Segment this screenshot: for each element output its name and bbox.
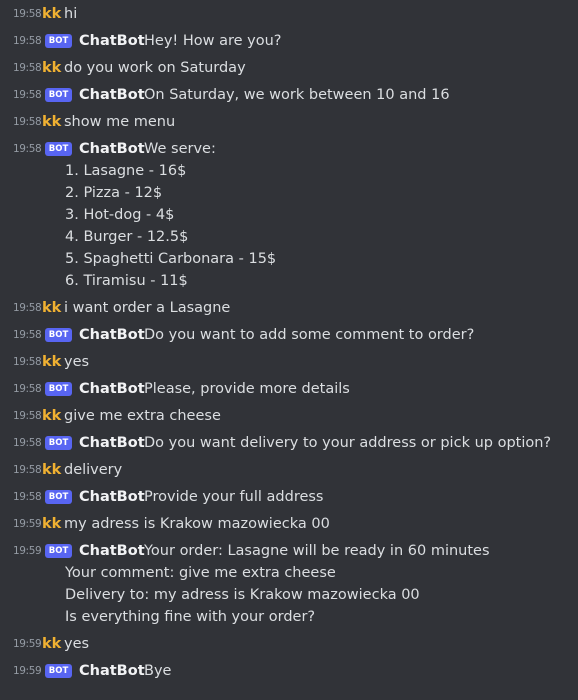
chat-message: 19:58 BOT ChatBot Hey! How are you? — [0, 30, 578, 52]
message-author[interactable]: kk — [42, 513, 61, 535]
message-author[interactable]: ChatBot — [79, 324, 145, 346]
chat-message: 19:58 kk hi — [0, 3, 578, 25]
chat-message: 19:58 kk delivery — [0, 459, 578, 481]
message-timestamp: 19:59 — [13, 545, 42, 557]
message-text: show me menu — [64, 114, 176, 130]
message-timestamp: 19:58 — [13, 89, 42, 101]
message-timestamp: 19:59 — [13, 638, 42, 650]
chat-message: 19:58 BOT ChatBot On Saturday, we work b… — [0, 84, 578, 106]
message-author[interactable]: ChatBot — [79, 84, 145, 106]
message-timestamp: 19:59 — [13, 518, 42, 530]
message-text: yes — [64, 354, 90, 370]
message-timestamp: 19:58 — [13, 491, 42, 503]
message-text: delivery — [64, 462, 123, 478]
chat-message: 19:58 BOT ChatBot Do you want to add som… — [0, 324, 578, 346]
message-text: Your order: Lasagne will be ready in 60 … — [144, 543, 490, 559]
menu-item: 5. Spaghetti Carbonara - 15$ — [65, 251, 277, 267]
message-timestamp: 19:59 — [13, 665, 42, 677]
order-summary-line: Delivery to: my adress is Krakow mazowie… — [65, 587, 420, 603]
chat-message: 19:58 kk do you work on Saturday — [0, 57, 578, 79]
menu-item: 2. Pizza - 12$ — [65, 185, 163, 201]
chat-log: 19:58 kk hi 19:58 BOT ChatBot Hey! How a… — [0, 0, 578, 700]
message-timestamp: 19:58 — [13, 35, 42, 47]
message-author[interactable]: kk — [42, 57, 61, 79]
chat-message: 19:58 kk yes — [0, 351, 578, 373]
message-author[interactable]: kk — [42, 111, 61, 133]
message-timestamp: 19:58 — [13, 302, 42, 314]
message-author[interactable]: ChatBot — [79, 30, 145, 52]
chat-message: 19:59 kk my adress is Krakow mazowiecka … — [0, 513, 578, 535]
chat-message: 19:58 BOT ChatBot We serve: — [0, 138, 578, 160]
bot-badge: BOT — [45, 34, 72, 48]
message-timestamp: 19:58 — [13, 437, 42, 449]
message-text: Do you want to add some comment to order… — [144, 327, 475, 343]
chat-message: 19:58 kk show me menu — [0, 111, 578, 133]
message-text: do you work on Saturday — [64, 60, 246, 76]
message-author[interactable]: ChatBot — [79, 486, 145, 508]
bot-badge: BOT — [45, 436, 72, 450]
bot-badge: BOT — [45, 382, 72, 396]
message-text: Do you want delivery to your address or … — [144, 435, 552, 451]
chat-message: 19:58 BOT ChatBot Provide your full addr… — [0, 486, 578, 508]
message-text: Bye — [144, 663, 172, 679]
message-timestamp: 19:58 — [13, 116, 42, 128]
chat-message: 19:58 kk give me extra cheese — [0, 405, 578, 427]
message-author[interactable]: kk — [42, 405, 61, 427]
message-author[interactable]: kk — [42, 351, 61, 373]
menu-item: 4. Burger - 12.5$ — [65, 229, 189, 245]
chat-message: 19:58 kk i want order a Lasagne — [0, 297, 578, 319]
message-timestamp: 19:58 — [13, 410, 42, 422]
chat-message: 19:58 BOT ChatBot Do you want delivery t… — [0, 432, 578, 454]
chat-message: 19:58 BOT ChatBot Please, provide more d… — [0, 378, 578, 400]
chat-message: 19:59 BOT ChatBot Your order: Lasagne wi… — [0, 540, 578, 562]
message-timestamp: 19:58 — [13, 383, 42, 395]
message-text: give me extra cheese — [64, 408, 221, 424]
message-timestamp: 19:58 — [13, 143, 42, 155]
menu-item: 1. Lasagne - 16$ — [65, 163, 187, 179]
message-author[interactable]: ChatBot — [79, 138, 145, 160]
message-text: Please, provide more details — [144, 381, 350, 397]
message-author[interactable]: ChatBot — [79, 540, 145, 562]
order-summary-line: Is everything fine with your order? — [65, 609, 316, 625]
bot-badge: BOT — [45, 664, 72, 678]
message-author[interactable]: ChatBot — [79, 660, 145, 682]
message-author[interactable]: ChatBot — [79, 378, 145, 400]
bot-badge: BOT — [45, 490, 72, 504]
bot-badge: BOT — [45, 88, 72, 102]
message-timestamp: 19:58 — [13, 8, 42, 20]
order-summary-line: Your comment: give me extra cheese — [65, 565, 336, 581]
menu-item: 3. Hot-dog - 4$ — [65, 207, 175, 223]
message-author[interactable]: kk — [42, 297, 61, 319]
chat-message: 19:59 BOT ChatBot Bye — [0, 660, 578, 682]
message-timestamp: 19:58 — [13, 329, 42, 341]
message-text: hi — [64, 6, 78, 22]
message-text: Provide your full address — [144, 489, 324, 505]
bot-badge: BOT — [45, 142, 72, 156]
message-author[interactable]: ChatBot — [79, 432, 145, 454]
message-text: We serve: — [144, 141, 216, 157]
chat-message: 19:59 kk yes — [0, 633, 578, 655]
message-timestamp: 19:58 — [13, 356, 42, 368]
message-author[interactable]: kk — [42, 3, 61, 25]
message-author[interactable]: kk — [42, 459, 61, 481]
message-text: my adress is Krakow mazowiecka 00 — [64, 516, 330, 532]
message-timestamp: 19:58 — [13, 62, 42, 74]
message-text: Hey! How are you? — [144, 33, 282, 49]
message-timestamp: 19:58 — [13, 464, 42, 476]
message-text: i want order a Lasagne — [64, 300, 231, 316]
bot-badge: BOT — [45, 328, 72, 342]
bot-badge: BOT — [45, 544, 72, 558]
message-text: On Saturday, we work between 10 and 16 — [144, 87, 450, 103]
message-author[interactable]: kk — [42, 633, 61, 655]
menu-item: 6. Tiramisu - 11$ — [65, 273, 188, 289]
message-text: yes — [64, 636, 90, 652]
